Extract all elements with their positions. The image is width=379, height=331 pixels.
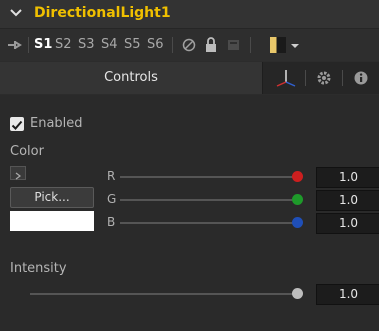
tool-name: DirectionalLight1 bbox=[34, 5, 171, 21]
green-value-field[interactable]: 1.0 bbox=[316, 190, 379, 211]
pin-icon[interactable] bbox=[6, 29, 22, 61]
version-slot-s3[interactable]: S3 bbox=[78, 29, 95, 61]
version-slot-s1[interactable]: S1 bbox=[34, 29, 52, 61]
tab-controls[interactable]: Controls bbox=[0, 62, 263, 94]
channel-g-label: G bbox=[107, 192, 117, 206]
channel-b-label: B bbox=[107, 215, 116, 229]
version-slot-s4[interactable]: S4 bbox=[101, 29, 118, 61]
blue-slider-track[interactable] bbox=[120, 222, 298, 224]
green-slider-knob[interactable] bbox=[292, 194, 303, 205]
pick-color-button[interactable]: Pick... bbox=[10, 187, 94, 208]
tool-header[interactable]: DirectionalLight1 bbox=[0, 0, 379, 29]
cache-icon[interactable] bbox=[226, 29, 242, 61]
controls-panel: Enabled Color Pick... R 1.0 G 1.0 B 1.0 … bbox=[0, 95, 379, 331]
version-toolbar: S1 S2 S3 S4 S5 S6 bbox=[0, 29, 379, 61]
intensity-slider-track[interactable] bbox=[30, 293, 298, 295]
checkmark-icon bbox=[11, 120, 23, 130]
enabled-checkbox[interactable] bbox=[10, 117, 24, 131]
blue-value-field[interactable]: 1.0 bbox=[316, 213, 379, 234]
version-slot-s2[interactable]: S2 bbox=[55, 29, 72, 61]
intensity-label: Intensity bbox=[10, 261, 67, 276]
bypass-icon[interactable] bbox=[181, 29, 197, 61]
color-label: Color bbox=[10, 144, 44, 159]
intensity-value-field[interactable]: 1.0 bbox=[316, 284, 379, 305]
red-slider-knob[interactable] bbox=[292, 171, 303, 182]
channel-r-label: R bbox=[107, 169, 116, 183]
info-icon[interactable] bbox=[343, 62, 379, 94]
red-value-field[interactable]: 1.0 bbox=[316, 167, 379, 188]
color-preview-swatch[interactable] bbox=[10, 211, 94, 231]
expand-color-button[interactable] bbox=[10, 166, 26, 180]
expand-arrow-icon bbox=[15, 172, 21, 180]
inspector-tabs: Controls bbox=[0, 62, 379, 94]
settings-gear-icon[interactable] bbox=[306, 62, 342, 94]
version-slot-s6[interactable]: S6 bbox=[147, 29, 164, 61]
tile-color-swatch-icon[interactable] bbox=[270, 37, 286, 53]
blue-slider-knob[interactable] bbox=[292, 217, 303, 228]
transform-axis-icon[interactable] bbox=[268, 62, 304, 94]
collapse-chevron-icon[interactable] bbox=[9, 6, 23, 20]
enabled-label: Enabled bbox=[30, 116, 83, 131]
dropdown-arrow-icon[interactable] bbox=[290, 29, 300, 61]
lock-icon[interactable] bbox=[203, 29, 219, 61]
intensity-slider-knob[interactable] bbox=[292, 288, 303, 299]
red-slider-track[interactable] bbox=[120, 176, 298, 178]
version-slot-s5[interactable]: S5 bbox=[124, 29, 141, 61]
green-slider-track[interactable] bbox=[120, 199, 298, 201]
